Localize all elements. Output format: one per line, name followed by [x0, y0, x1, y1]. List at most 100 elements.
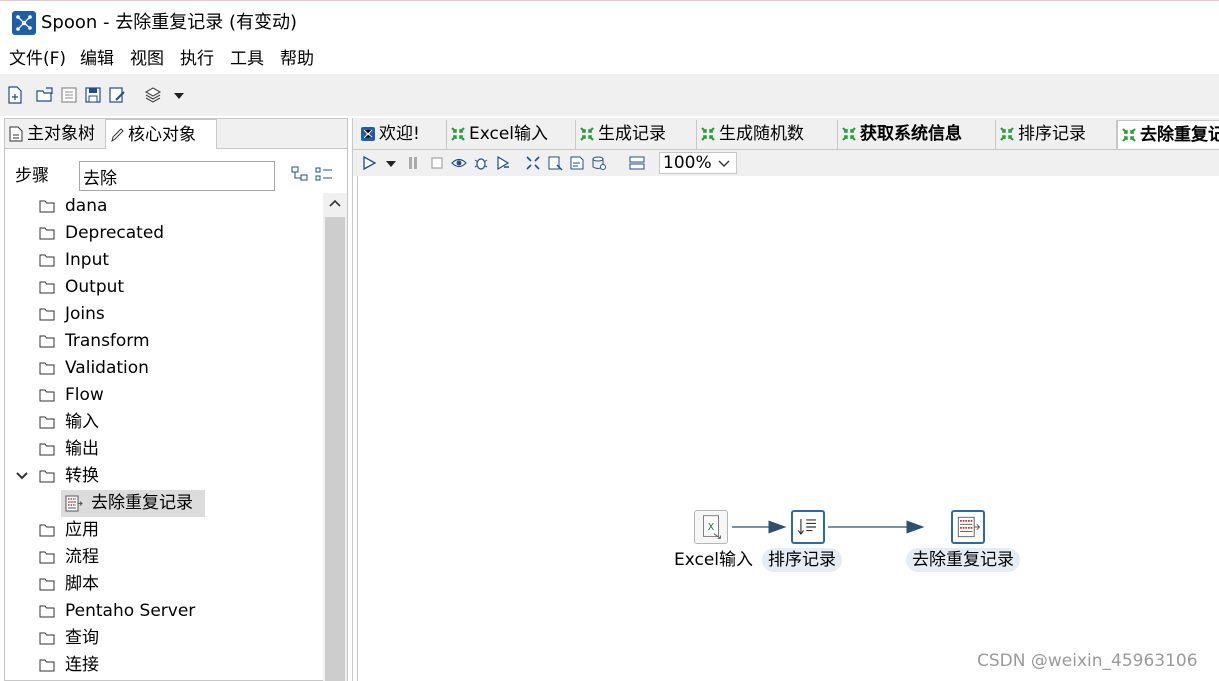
tree-folder-output-cn[interactable]: 输出	[5, 436, 323, 463]
tree-folder-label: 脚本	[65, 574, 99, 594]
pause-icon[interactable]	[405, 155, 421, 171]
excel-input-icon: X	[694, 510, 728, 544]
tab-system-info[interactable]: 获取系统信息	[838, 120, 996, 149]
tree-folder-transform[interactable]: Transform	[5, 328, 323, 355]
menu-file[interactable]: 文件(F)	[9, 48, 66, 70]
tab-sort-rows[interactable]: 排序记录	[996, 120, 1117, 149]
folder-icon	[39, 335, 55, 348]
show-results-icon[interactable]	[629, 155, 645, 171]
tree-scrollbar[interactable]	[323, 193, 347, 681]
folder-icon	[39, 443, 55, 456]
tab-main-tree-label: 主对象树	[27, 124, 95, 144]
tree-folder-label: 输入	[65, 412, 99, 432]
unique-rows-icon	[65, 495, 83, 512]
sql-icon[interactable]	[569, 155, 585, 171]
tab-generate-random[interactable]: 生成随机数	[697, 120, 838, 149]
tab-label: 欢迎!	[379, 124, 420, 144]
transformation-icon	[1000, 127, 1014, 141]
tab-label: 去除重复记录	[1140, 125, 1219, 145]
explore-repository-icon[interactable]	[60, 86, 78, 104]
tab-unique-rows[interactable]: 去除重复记录	[1117, 120, 1219, 149]
scrollbar-thumb[interactable]	[325, 217, 345, 681]
tab-core-objects[interactable]: 核心对象	[105, 119, 217, 149]
folder-icon	[39, 254, 55, 267]
explore-db-icon[interactable]	[591, 155, 607, 171]
menu-edit[interactable]: 编辑	[80, 48, 114, 70]
chevron-down-icon[interactable]	[15, 470, 29, 482]
transformation-canvas[interactable]: X Excel输入 排序记录 去除重复记录	[357, 176, 1219, 681]
title-bar: Spoon - 去除重复记录 (有变动)	[0, 0, 1219, 44]
tree-folder-application[interactable]: 应用	[5, 517, 323, 544]
tree-folder-pentaho-server[interactable]: Pentaho Server	[5, 598, 323, 625]
tree-folder-label: Joins	[65, 304, 105, 324]
run-icon[interactable]	[361, 155, 377, 171]
tree-folder-label: Pentaho Server	[65, 601, 196, 621]
tree-folder-label: Output	[65, 277, 125, 297]
tree-folder-input[interactable]: Input	[5, 247, 323, 274]
zoom-select[interactable]: 100%	[659, 152, 737, 174]
menu-tools[interactable]: 工具	[230, 48, 264, 70]
folder-icon	[39, 659, 55, 672]
debug-icon[interactable]	[473, 155, 489, 171]
save-as-icon[interactable]	[108, 86, 126, 104]
tree-folder-validation[interactable]: Validation	[5, 355, 323, 382]
transformation-icon	[842, 127, 856, 141]
tree-folder-joins[interactable]: Joins	[5, 301, 323, 328]
tree-folder-process[interactable]: 流程	[5, 544, 323, 571]
tree-folder-label: Input	[65, 250, 110, 270]
step-label: 去除重复记录	[906, 548, 1020, 572]
tree-folder-transform-cn[interactable]: 转换	[5, 463, 323, 490]
save-icon[interactable]	[84, 86, 102, 104]
tree-folder-script[interactable]: 脚本	[5, 571, 323, 598]
tree-folder-deprecated[interactable]: Deprecated	[5, 220, 323, 247]
tree-folder-connect[interactable]: 连接	[5, 652, 323, 679]
tree-folder-dana[interactable]: dana	[5, 193, 323, 220]
tab-label: 生成记录	[598, 124, 666, 144]
tab-welcome[interactable]: 欢迎!	[357, 120, 447, 149]
tree-folder-output[interactable]: Output	[5, 274, 323, 301]
tree-folder-label: 转换	[65, 466, 99, 486]
tree-folder-input-cn[interactable]: 输入	[5, 409, 323, 436]
replay-icon[interactable]	[495, 155, 511, 171]
layers-icon[interactable]	[144, 86, 162, 104]
tree-folder-flow[interactable]: Flow	[5, 382, 323, 409]
tree-folder-label: Validation	[65, 358, 149, 378]
run-dropdown-icon[interactable]	[383, 155, 399, 171]
menu-view[interactable]: 视图	[130, 48, 164, 70]
tree-folder-label: Deprecated	[65, 223, 165, 243]
folder-icon	[39, 308, 55, 321]
stop-icon[interactable]	[429, 155, 445, 171]
folder-icon	[39, 416, 55, 429]
impact-analysis-icon[interactable]	[547, 155, 563, 171]
tree-folder-label: 应用	[65, 520, 99, 540]
steps-search-input[interactable]	[79, 161, 275, 191]
tab-main-tree[interactable]: 主对象树	[5, 119, 105, 149]
menu-run[interactable]: 执行	[180, 48, 214, 70]
canvas-toolbar: 100%	[353, 150, 1219, 176]
transformation-icon	[701, 127, 715, 141]
editor-tabs: 欢迎! Excel输入 生成记录 生成随机数 获取系统信息 排序记录 去除重复记…	[353, 118, 1219, 150]
tab-excel-input[interactable]: Excel输入	[447, 120, 576, 149]
tree-step-selected[interactable]: 去除重复记录	[61, 490, 205, 517]
watermark: CSDN @weixin_45963106	[977, 651, 1198, 671]
layers-dropdown-icon[interactable]	[170, 86, 188, 104]
collapse-all-icon[interactable]	[291, 166, 309, 182]
chevron-down-icon	[718, 160, 730, 167]
chevron-up-icon[interactable]	[328, 197, 342, 209]
preview-icon[interactable]	[451, 155, 467, 171]
new-file-icon[interactable]	[6, 86, 24, 104]
steps-label: 步骤	[15, 166, 49, 186]
open-file-icon[interactable]	[36, 86, 54, 104]
tree-step-unique-rows[interactable]: 去除重复记录	[5, 490, 323, 517]
menu-help[interactable]: 帮助	[280, 48, 314, 70]
unique-rows-icon	[951, 510, 985, 544]
tree-step-label: 去除重复记录	[91, 493, 193, 513]
tab-label: 生成随机数	[719, 124, 804, 144]
verify-icon[interactable]	[525, 155, 541, 171]
folder-icon	[39, 632, 55, 645]
expand-all-icon[interactable]	[315, 166, 333, 182]
left-panel-tabs: 主对象树 核心对象	[5, 119, 347, 149]
zoom-value: 100%	[663, 153, 712, 173]
tree-folder-query[interactable]: 查询	[5, 625, 323, 652]
tab-generate-rows[interactable]: 生成记录	[576, 120, 697, 149]
